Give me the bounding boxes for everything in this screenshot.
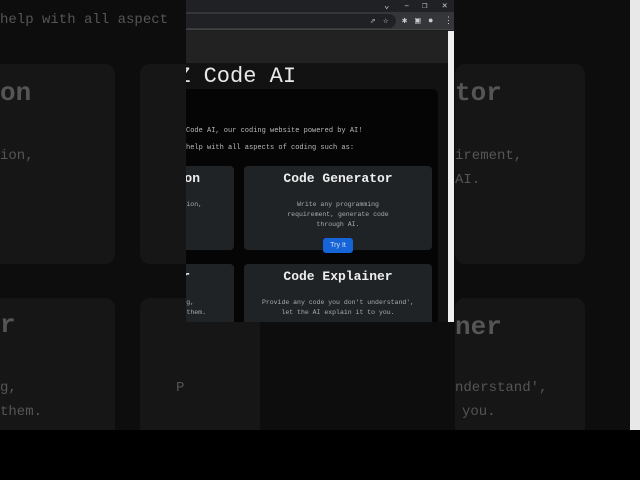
share-icon[interactable]: ⇗ (370, 15, 375, 27)
page-content: EZ Code AI Code AI, our coding website p… (186, 31, 448, 322)
bg-text: r (0, 310, 16, 340)
star-icon[interactable]: ☆ (383, 15, 388, 27)
toolbar: ⇗ ☆ ✱ ▣ ● ⋮ (186, 12, 454, 30)
card-left: r g, them. (186, 264, 234, 322)
menu-icon[interactable]: ⋮ (444, 15, 453, 27)
page-title: EZ Code AI (186, 64, 297, 89)
bg-text: AI. (455, 172, 481, 188)
bg-text: on (0, 78, 32, 108)
code-generator-card: Code Generator Write any programming req… (244, 166, 432, 253)
bg-scrollbar (630, 0, 640, 430)
close-icon[interactable]: ✕ (442, 0, 447, 12)
bg-text: ner (455, 312, 502, 342)
card-title: Code Generator (283, 171, 393, 186)
bg-text: P (176, 380, 185, 396)
card-title: Code Explainer (283, 269, 393, 284)
card-desc: g, (186, 299, 194, 306)
card-desc: Write any programming requirement, gener… (287, 201, 389, 228)
card-desc: Provide any code you don't understand', … (261, 299, 415, 316)
intro-text: Code AI, our coding website powered by A… (186, 127, 363, 135)
code-explainer-card: Code Explainer Provide any code you don'… (244, 264, 432, 322)
bg-text: tor (455, 78, 502, 108)
intro-text-2: help with all aspects of coding such as: (186, 144, 355, 152)
address-bar[interactable]: ⇗ ☆ (186, 14, 396, 28)
card-desc: ion, (186, 201, 202, 208)
bg-text: them. (0, 404, 43, 420)
card-desc: them. (186, 309, 206, 316)
restore-icon[interactable]: ❐ (422, 0, 427, 12)
card-title: on (186, 171, 200, 186)
profile-icon[interactable]: ● (428, 15, 433, 27)
extensions-icon[interactable]: ✱ (402, 15, 407, 27)
try-it-button[interactable]: Try It (323, 238, 353, 253)
page-header (186, 31, 448, 63)
side-panel-icon[interactable]: ▣ (415, 15, 420, 27)
chevron-down-icon[interactable]: ⌄ (384, 0, 389, 12)
scrollbar[interactable] (448, 31, 454, 322)
bg-text: nderstand', (455, 380, 548, 396)
browser-window: ⌄ – ❐ ✕ ⇗ ☆ ✱ ▣ ● ⋮ EZ Code AI Code AI, … (186, 0, 454, 322)
card-left: on ion, (186, 166, 234, 250)
title-bar: ⌄ – ❐ ✕ (186, 0, 454, 12)
bg-text: ion, (0, 148, 34, 164)
bg-text: g, (0, 380, 17, 396)
minimize-icon[interactable]: – (404, 0, 409, 12)
bg-text: you. (462, 404, 496, 420)
bg-text: help with all aspect (0, 12, 169, 28)
bg-text: irement, (455, 148, 523, 164)
card-title: r (186, 269, 190, 284)
